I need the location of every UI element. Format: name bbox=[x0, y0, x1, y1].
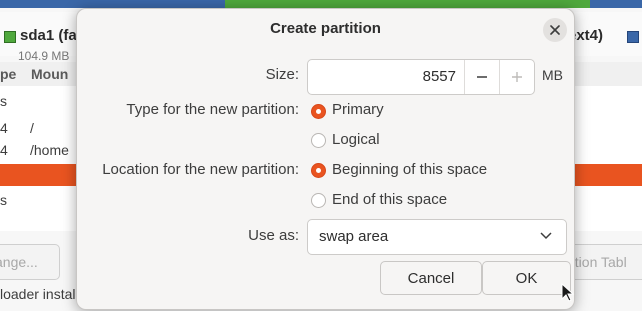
legend-partition-size: 104.9 MB bbox=[18, 49, 70, 63]
size-label: Size: bbox=[265, 66, 299, 83]
column-header-type[interactable]: pe bbox=[0, 66, 16, 82]
minus-icon bbox=[477, 76, 487, 78]
use-as-value: swap area bbox=[319, 228, 389, 245]
radio-end-label[interactable]: End of this space bbox=[332, 191, 447, 208]
radio-primary[interactable] bbox=[311, 104, 326, 119]
size-unit-label: MB bbox=[542, 67, 563, 83]
legend-swatch-fat bbox=[4, 31, 16, 43]
column-header-mount[interactable]: Moun bbox=[31, 66, 68, 82]
disk-segment-ext4 bbox=[590, 0, 642, 8]
close-button[interactable] bbox=[543, 18, 567, 42]
radio-primary-label[interactable]: Primary bbox=[332, 101, 384, 118]
change-button-label: ange... bbox=[0, 254, 38, 270]
disk-usage-bar bbox=[0, 0, 642, 8]
ok-button[interactable]: OK bbox=[482, 261, 571, 295]
table-cell-mount: /home bbox=[30, 142, 69, 158]
radio-beginning[interactable] bbox=[311, 163, 326, 178]
cancel-button[interactable]: Cancel bbox=[380, 261, 482, 295]
table-cell-type: s bbox=[0, 192, 7, 208]
change-partition-button[interactable]: ange... bbox=[0, 244, 60, 280]
radio-logical-label[interactable]: Logical bbox=[332, 131, 380, 148]
chevron-down-icon bbox=[540, 232, 552, 240]
legend-swatch-ext4 bbox=[627, 31, 639, 43]
size-decrement-button[interactable] bbox=[464, 60, 499, 94]
use-as-label: Use as: bbox=[248, 227, 299, 244]
table-cell-mount: / bbox=[30, 120, 34, 136]
disk-segment-fat bbox=[0, 0, 225, 8]
table-cell-type: 4 bbox=[0, 142, 8, 158]
radio-beginning-label[interactable]: Beginning of this space bbox=[332, 161, 487, 178]
plus-icon bbox=[512, 72, 522, 82]
size-input[interactable]: 8557 bbox=[316, 60, 456, 94]
create-partition-dialog: Create partition Size: 8557 MB Type for … bbox=[76, 8, 575, 310]
table-cell-type: 4 bbox=[0, 120, 8, 136]
radio-logical[interactable] bbox=[311, 133, 326, 148]
close-icon bbox=[550, 25, 560, 35]
partition-type-label: Type for the new partition: bbox=[126, 101, 299, 118]
mouse-cursor-icon bbox=[561, 283, 575, 302]
partition-table-button-label: ation Tabl bbox=[567, 254, 627, 270]
legend-partition-name: sda1 (fa bbox=[20, 27, 77, 44]
size-increment-button[interactable] bbox=[499, 60, 534, 94]
use-as-dropdown[interactable]: swap area bbox=[307, 219, 567, 255]
table-cell-type: s bbox=[0, 93, 7, 109]
partition-location-label: Location for the new partition: bbox=[102, 161, 299, 178]
size-spinbutton[interactable]: 8557 bbox=[307, 59, 535, 95]
dialog-title: Create partition bbox=[270, 20, 381, 37]
radio-end[interactable] bbox=[311, 193, 326, 208]
